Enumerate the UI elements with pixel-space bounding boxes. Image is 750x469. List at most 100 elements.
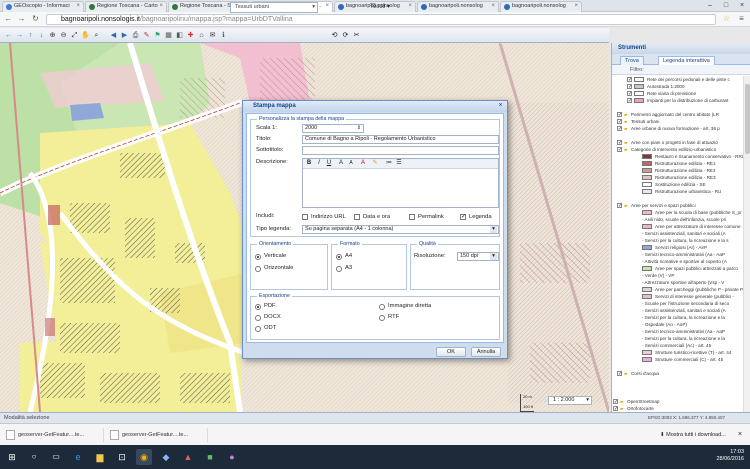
download-item[interactable]: geoserver-GetFeatur....te...: [4, 428, 104, 442]
ok-button[interactable]: OK: [436, 347, 466, 357]
legend-row[interactable]: - Scuole per l'istruzione secondaria di …: [612, 300, 743, 307]
legend-row[interactable]: ✓ ▰ Tessuti urbani: [612, 118, 743, 125]
maximize-button[interactable]: □: [718, 0, 734, 12]
radio-button[interactable]: [255, 254, 261, 260]
radio-button[interactable]: [336, 254, 342, 260]
legend-row[interactable]: - Verde (V) - VP: [612, 272, 743, 279]
toolbar-tool-icon[interactable]: ↑: [26, 31, 35, 40]
font-color-icon[interactable]: A: [359, 159, 367, 167]
radio-button[interactable]: [255, 266, 261, 272]
radio-button[interactable]: [255, 326, 261, 332]
close-icon[interactable]: ×: [491, 3, 495, 9]
toolbar-tool-icon[interactable]: ✂: [352, 31, 361, 40]
toolbar-tool-icon[interactable]: ⟲: [330, 31, 339, 40]
layer-checkbox[interactable]: ✓: [617, 126, 622, 132]
clock[interactable]: 17:03 28/06/2016: [716, 449, 744, 463]
close-icon[interactable]: ×: [408, 3, 412, 9]
toolbar-tool-icon[interactable]: ⊕: [48, 31, 57, 40]
layer-checkbox[interactable]: ✓: [627, 77, 632, 83]
toolbar-tool-icon[interactable]: ⎙: [131, 31, 140, 40]
legend-row[interactable]: Restauro e risanamento conservativo - RR…: [612, 153, 743, 160]
browser-tab[interactable]: bagnoaripoli.nonsolog ×: [500, 1, 582, 12]
toolbar-tool-icon[interactable]: ⤢: [70, 31, 79, 40]
legend-row[interactable]: Ristrutturazione urbanistica - RU: [612, 188, 743, 195]
legend-row[interactable]: - Servizi commerciali (Ac) - art. 45: [612, 342, 743, 349]
toolbar-tool-icon[interactable]: ✚: [186, 31, 195, 40]
radio-button[interactable]: [336, 266, 342, 272]
close-icon[interactable]: ×: [76, 3, 80, 9]
include-checkbox[interactable]: [409, 214, 415, 220]
legend-row[interactable]: Ristrutturazione edilizia - RE1: [612, 160, 743, 167]
legend-row[interactable]: Strutture commerciali (C) - art. 45: [612, 356, 743, 363]
forward-icon[interactable]: →: [16, 14, 27, 25]
legend-row[interactable]: Sostituzione edilizia - SE: [612, 181, 743, 188]
toolbar-tool-icon[interactable]: ◧: [175, 31, 184, 40]
legend-row[interactable]: [612, 195, 743, 202]
layer-checkbox[interactable]: ✓: [617, 140, 622, 146]
cancel-button[interactable]: Annulla: [471, 347, 501, 357]
close-window-button[interactable]: ×: [734, 0, 750, 12]
toolbar-tool-icon[interactable]: ✉: [208, 31, 217, 40]
toolbar-tool-icon[interactable]: ✋: [81, 31, 90, 40]
minimize-button[interactable]: –: [702, 0, 718, 12]
toolbar-tool-icon[interactable]: ←: [4, 31, 13, 40]
app-icon-1[interactable]: ◆: [158, 449, 174, 465]
radio-button[interactable]: [255, 304, 261, 310]
search-icon[interactable]: ○: [26, 449, 42, 465]
layer-checkbox[interactable]: ✓: [617, 147, 622, 153]
app-icon-2[interactable]: ▲: [180, 449, 196, 465]
layer-checkbox[interactable]: ✓: [617, 119, 622, 125]
scrollbar-thumb[interactable]: [745, 84, 750, 154]
scale-input[interactable]: 2000 ⇕: [302, 124, 364, 133]
include-checkbox[interactable]: [302, 214, 308, 220]
legend-row[interactable]: ✓ ▰ Aree con piani o progetti in fase di a…: [612, 139, 743, 146]
legend-row[interactable]: ✓ ▰ Categorie di intervento edilizio-urban…: [612, 146, 743, 153]
download-item[interactable]: geoserver-GetFeatur....te...: [108, 428, 208, 442]
font-size-up-icon[interactable]: A: [337, 159, 345, 167]
legend-row[interactable]: Servizi religiosi (Ar) - AirP: [612, 244, 743, 251]
legend-row[interactable]: - Attività ricreative e sportive al cope…: [612, 258, 743, 265]
legend-row[interactable]: Aree per attrezzature di interesse comun…: [612, 223, 743, 230]
legend-row[interactable]: ✓ ▰ OpenStreetmap: [612, 398, 743, 405]
app-icon-3[interactable]: ■: [202, 449, 218, 465]
subtitle-input[interactable]: [302, 146, 499, 155]
legend-row[interactable]: - Ospedale (Ao - AoP): [612, 321, 743, 328]
menu-icon[interactable]: ≡: [736, 14, 747, 25]
browser-tab[interactable]: bagnoaripoli.nonsolog ×: [417, 1, 499, 12]
legend-row[interactable]: ✓ ▰ Aree urbane di nuova formazione - art.…: [612, 125, 743, 132]
close-icon[interactable]: ×: [497, 102, 504, 110]
app-icon-4[interactable]: ●: [224, 449, 240, 465]
store-icon[interactable]: ⊡: [114, 449, 130, 465]
close-icon[interactable]: ×: [574, 3, 578, 9]
legend-row[interactable]: ✓ Rete dei percorsi pedonali e delle pist…: [612, 76, 743, 83]
task-view-icon[interactable]: ▭: [48, 449, 64, 465]
windows-start-icon[interactable]: ⊞: [4, 449, 20, 465]
legend-row[interactable]: Aree per la scuola di base (pubbliche S_…: [612, 209, 743, 216]
toolbar-tool-icon[interactable]: ↓: [37, 31, 46, 40]
legend-row[interactable]: [612, 104, 743, 111]
toolbar-tool-icon[interactable]: ⚑: [153, 31, 162, 40]
browser-tab[interactable]: Regione Toscana - Carto ×: [85, 1, 167, 12]
layer-checkbox[interactable]: ✓: [627, 91, 632, 97]
layer-checkbox[interactable]: ✓: [627, 98, 632, 104]
legend-row[interactable]: Aree per spazi pubblici attrezzati a par…: [612, 265, 743, 272]
browser-tab[interactable]: GEOscopio - Informaci ×: [2, 1, 84, 12]
unordered-list-icon[interactable]: ☰: [395, 159, 403, 167]
radio-button[interactable]: [255, 315, 261, 321]
reload-icon[interactable]: ↻: [30, 14, 41, 25]
include-checkbox[interactable]: [354, 214, 360, 220]
layer-checkbox[interactable]: ✓: [617, 371, 622, 377]
ordered-list-icon[interactable]: ≔: [385, 159, 393, 167]
scale-select[interactable]: 1 : 2.000 ▾: [548, 396, 592, 405]
legend-row[interactable]: - Servizi assistenziali, sanitari e soci…: [612, 307, 743, 314]
layer-checkbox[interactable]: ✓: [627, 84, 632, 90]
italic-icon[interactable]: I: [315, 159, 323, 167]
layer-checkbox[interactable]: ✓: [617, 112, 622, 118]
legend-row[interactable]: - Asili nido, scuole dell'infanzia, scuo…: [612, 216, 743, 223]
resolution-select[interactable]: 150 dpi ▾: [457, 252, 499, 261]
toolbar-tool-icon[interactable]: →: [15, 31, 24, 40]
legend-row[interactable]: [612, 377, 743, 384]
bold-icon[interactable]: B: [305, 159, 313, 167]
toolbar-tool-icon[interactable]: ⌕: [92, 31, 101, 40]
close-icon[interactable]: ×: [159, 3, 163, 9]
